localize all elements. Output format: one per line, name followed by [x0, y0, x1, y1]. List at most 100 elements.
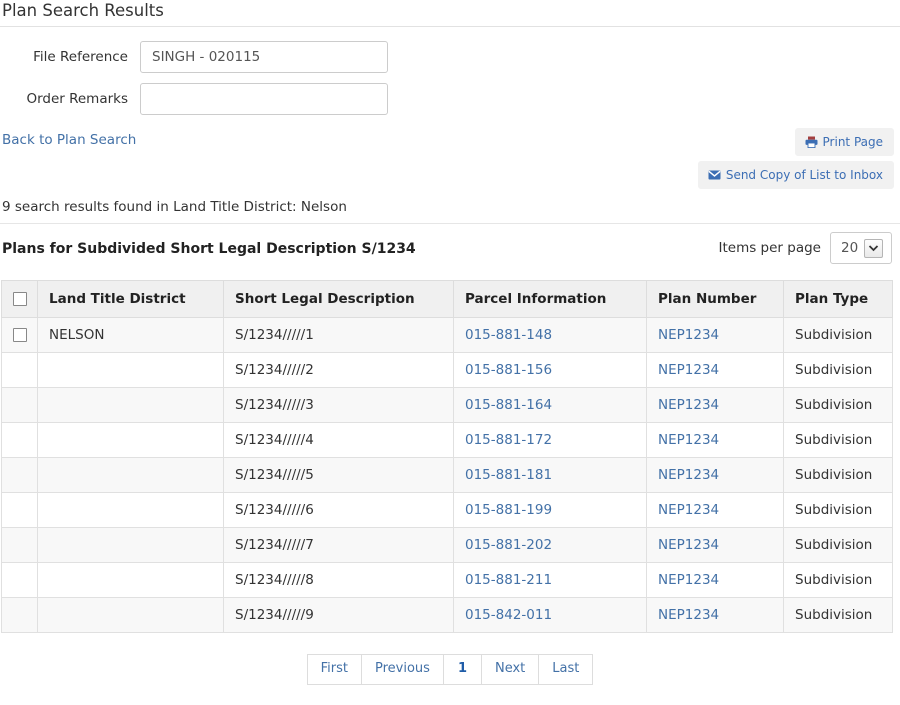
select-all-header	[1, 280, 38, 318]
order-remarks-input[interactable]	[140, 83, 388, 115]
table-header-row: Land Title District Short Legal Descript…	[1, 280, 893, 318]
plan-number-link[interactable]: NEP1234	[658, 607, 719, 623]
parcel-information-link[interactable]: 015-842-011	[465, 607, 552, 623]
items-per-page-value: 20	[841, 240, 859, 256]
parcel-information-link[interactable]: 015-881-172	[465, 432, 552, 448]
plan-search-results-page: Plan Search Results File Reference Order…	[0, 0, 900, 705]
plan-number-link[interactable]: NEP1234	[658, 502, 719, 518]
cell-plan-number: NEP1234	[646, 492, 784, 528]
cell-land-title-district	[37, 527, 224, 563]
pagination-page-1-button[interactable]: 1	[442, 654, 481, 685]
plan-number-link[interactable]: NEP1234	[658, 327, 719, 343]
items-per-page-select[interactable]: 20	[830, 232, 892, 264]
cell-parcel-information: 015-881-211	[453, 562, 647, 598]
order-remarks-row: Order Remarks	[0, 83, 900, 115]
cell-plan-type: Subdivision	[783, 527, 893, 563]
parcel-information-link[interactable]: 015-881-199	[465, 502, 552, 518]
cell-parcel-information: 015-842-011	[453, 597, 647, 633]
cell-short-legal-description: S/1234/////9	[223, 597, 454, 633]
parcel-information-link[interactable]: 015-881-164	[465, 397, 552, 413]
row-checkbox[interactable]	[13, 328, 27, 342]
plan-number-link[interactable]: NEP1234	[658, 362, 719, 378]
back-to-plan-search-link[interactable]: Back to Plan Search	[2, 132, 136, 148]
cell-plan-type: Subdivision	[783, 457, 893, 493]
plan-number-link[interactable]: NEP1234	[658, 537, 719, 553]
plan-number-link[interactable]: NEP1234	[658, 397, 719, 413]
table-row: S/1234/////6 015-881-199 NEP1234 Subdivi…	[1, 492, 893, 528]
cell-land-title-district: NELSON	[37, 317, 224, 353]
cell-short-legal-description: S/1234/////3	[223, 387, 454, 423]
row-select-cell	[1, 387, 38, 423]
column-header-plan-number[interactable]: Plan Number	[646, 280, 784, 318]
table-body: NELSON S/1234/////1 015-881-148 NEP1234 …	[1, 317, 893, 633]
cell-plan-type: Subdivision	[783, 422, 893, 458]
row-select-cell	[1, 527, 38, 563]
send-copy-to-inbox-label: Send Copy of List to Inbox	[725, 168, 883, 182]
parcel-information-link[interactable]: 015-881-156	[465, 362, 552, 378]
send-copy-to-inbox-button[interactable]: Send Copy of List to Inbox	[697, 161, 894, 189]
parcel-information-link[interactable]: 015-881-181	[465, 467, 552, 483]
items-per-page-label: Items per page	[718, 240, 822, 256]
cell-plan-number: NEP1234	[646, 562, 784, 598]
cell-short-legal-description: S/1234/////8	[223, 562, 454, 598]
table-row: S/1234/////8 015-881-211 NEP1234 Subdivi…	[1, 562, 893, 598]
cell-plan-number: NEP1234	[646, 387, 784, 423]
pagination-previous-button[interactable]: Previous	[360, 654, 443, 685]
parcel-information-link[interactable]: 015-881-211	[465, 572, 552, 588]
cell-plan-number: NEP1234	[646, 527, 784, 563]
cell-plan-number: NEP1234	[646, 457, 784, 493]
row-select-cell	[1, 562, 38, 598]
select-all-checkbox[interactable]	[13, 292, 27, 306]
parcel-information-link[interactable]: 015-881-202	[465, 537, 552, 553]
actions-row: Back to Plan Search Print Page Send Copy…	[0, 125, 900, 189]
table-row: S/1234/////9 015-842-011 NEP1234 Subdivi…	[1, 597, 893, 633]
column-header-land-title-district[interactable]: Land Title District	[37, 280, 224, 318]
file-reference-label: File Reference	[33, 49, 128, 65]
cell-parcel-information: 015-881-199	[453, 492, 647, 528]
print-page-button[interactable]: Print Page	[794, 128, 894, 156]
cell-plan-type: Subdivision	[783, 562, 893, 598]
pagination-group: First Previous 1 Next Last	[306, 654, 594, 685]
cell-short-legal-description: S/1234/////1	[223, 317, 454, 353]
cell-plan-type: Subdivision	[783, 317, 893, 353]
table-row: S/1234/////3 015-881-164 NEP1234 Subdivi…	[1, 387, 893, 423]
pagination-first-button[interactable]: First	[306, 654, 361, 685]
page-title: Plan Search Results	[2, 1, 164, 20]
parcel-information-link[interactable]: 015-881-148	[465, 327, 552, 343]
cell-parcel-information: 015-881-156	[453, 352, 647, 388]
plan-results-table: Land Title District Short Legal Descript…	[1, 280, 893, 633]
cell-land-title-district	[37, 562, 224, 598]
cell-land-title-district	[37, 457, 224, 493]
table-row: S/1234/////7 015-881-202 NEP1234 Subdivi…	[1, 527, 893, 563]
cell-short-legal-description: S/1234/////4	[223, 422, 454, 458]
cell-short-legal-description: S/1234/////5	[223, 457, 454, 493]
cell-plan-number: NEP1234	[646, 352, 784, 388]
results-subheader-row: Plans for Subdivided Short Legal Descrip…	[0, 224, 900, 280]
plan-number-link[interactable]: NEP1234	[658, 467, 719, 483]
column-header-short-legal-description[interactable]: Short Legal Description	[223, 280, 454, 318]
cell-land-title-district	[37, 597, 224, 633]
order-form: File Reference Order Remarks	[0, 27, 900, 115]
table-row: S/1234/////2 015-881-156 NEP1234 Subdivi…	[1, 352, 893, 388]
pagination-next-button[interactable]: Next	[480, 654, 539, 685]
cell-parcel-information: 015-881-172	[453, 422, 647, 458]
plan-number-link[interactable]: NEP1234	[658, 572, 719, 588]
plan-number-link[interactable]: NEP1234	[658, 432, 719, 448]
cell-plan-number: NEP1234	[646, 597, 784, 633]
cell-short-legal-description: S/1234/////7	[223, 527, 454, 563]
row-select-cell	[1, 457, 38, 493]
cell-land-title-district	[37, 492, 224, 528]
table-head: Land Title District Short Legal Descript…	[1, 280, 893, 318]
items-per-page-control: Items per page 20	[718, 232, 892, 264]
pagination: First Previous 1 Next Last	[0, 654, 900, 685]
column-header-plan-type[interactable]: Plan Type	[783, 280, 893, 318]
pagination-last-button[interactable]: Last	[538, 654, 594, 685]
print-page-label: Print Page	[822, 135, 883, 149]
column-header-parcel-information[interactable]: Parcel Information	[453, 280, 647, 318]
cell-short-legal-description: S/1234/////2	[223, 352, 454, 388]
cell-plan-number: NEP1234	[646, 317, 784, 353]
table-row: S/1234/////4 015-881-172 NEP1234 Subdivi…	[1, 422, 893, 458]
file-reference-input[interactable]	[140, 41, 388, 73]
cell-short-legal-description: S/1234/////6	[223, 492, 454, 528]
row-select-cell	[1, 422, 38, 458]
